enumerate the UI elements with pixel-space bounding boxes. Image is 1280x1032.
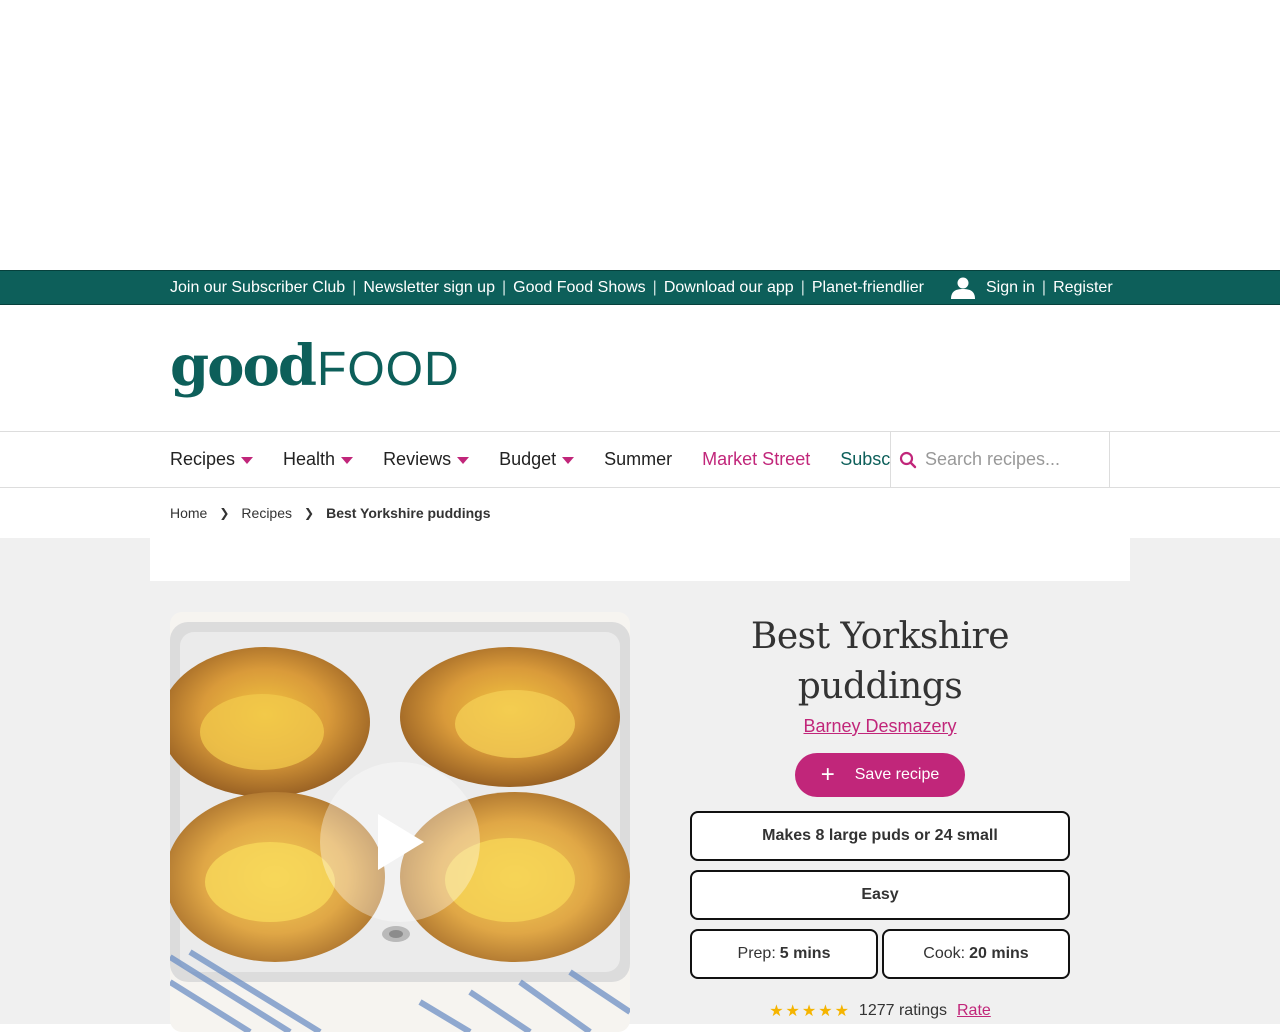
- nav-items: Recipes Health Reviews Budget Summer Mar…: [170, 432, 890, 487]
- download-app-link[interactable]: Download our app: [664, 279, 794, 297]
- logo-food: FOOD: [317, 343, 460, 396]
- save-recipe-label: Save recipe: [854, 766, 940, 783]
- difficulty-info: Easy: [690, 870, 1070, 920]
- divider: |: [1041, 278, 1047, 296]
- header: good FOOD: [0, 305, 1280, 431]
- rate-link[interactable]: Rate: [957, 1002, 991, 1020]
- newsletter-link[interactable]: Newsletter sign up: [363, 279, 495, 297]
- recipe-main: Best Yorkshire puddings Barney Desmazery…: [0, 538, 1280, 1032]
- rating-row: ★★★★★ 1277 ratings Rate: [690, 1001, 1070, 1021]
- nav-label: Subscribe: [840, 449, 890, 469]
- search-icon[interactable]: [899, 451, 917, 469]
- good-food-logo[interactable]: good FOOD: [170, 333, 460, 399]
- chevron-right-icon: ❯: [304, 506, 315, 520]
- nav-item-subscribe[interactable]: Subscribe: [840, 449, 890, 470]
- subscriber-club-link[interactable]: Join our Subscriber Club: [170, 279, 345, 297]
- recipe-info: Best Yorkshire puddings Barney Desmazery…: [690, 612, 1070, 1021]
- plus-icon: +: [820, 761, 835, 788]
- nav-item-reviews[interactable]: Reviews: [383, 449, 470, 470]
- recipe-title: Best Yorkshire puddings: [750, 616, 1010, 707]
- nav-label: Market Street: [702, 449, 811, 469]
- chevron-down-icon: [241, 457, 254, 464]
- account-links: Sign in | Register: [950, 271, 1113, 304]
- breadcrumb-recipes[interactable]: Recipes: [241, 505, 292, 521]
- register-link[interactable]: Register: [1053, 279, 1113, 297]
- divider: |: [501, 278, 507, 296]
- nav-label: Reviews: [383, 449, 452, 469]
- chevron-down-icon: [457, 457, 470, 464]
- user-icon[interactable]: [950, 277, 976, 299]
- logo-good: good: [170, 333, 317, 399]
- prep-time: Prep: 5 mins: [690, 929, 878, 979]
- planet-friendlier-link[interactable]: Planet-friendlier: [812, 279, 924, 297]
- chevron-down-icon: [562, 457, 575, 464]
- play-video-button[interactable]: [320, 762, 480, 922]
- chevron-right-icon: ❯: [219, 506, 230, 520]
- divider: |: [352, 278, 357, 296]
- divider: |: [800, 278, 805, 296]
- good-food-shows-link[interactable]: Good Food Shows: [513, 279, 646, 297]
- prep-value: 5 mins: [779, 945, 831, 962]
- chevron-down-icon: [341, 457, 354, 464]
- nav-label: Health: [283, 449, 336, 469]
- nav-item-market-street[interactable]: Market Street: [702, 449, 810, 470]
- top-bar: Join our Subscriber Club | Newsletter si…: [0, 270, 1280, 305]
- sign-in-link[interactable]: Sign in: [986, 279, 1035, 297]
- nav-label: Recipes: [170, 449, 236, 469]
- cook-label: Cook:: [923, 945, 966, 962]
- ad-banner-space: [150, 538, 1130, 581]
- ad-space: [0, 0, 1280, 270]
- search-box[interactable]: [890, 431, 1110, 488]
- nav-label: Summer: [604, 449, 673, 469]
- prep-label: Prep:: [737, 945, 776, 962]
- recipe-image[interactable]: [170, 612, 630, 1032]
- nav-item-summer[interactable]: Summer: [604, 449, 672, 470]
- save-recipe-button[interactable]: + Save recipe: [795, 753, 965, 797]
- play-icon: [378, 814, 424, 870]
- star-rating: ★★★★★: [769, 1003, 851, 1020]
- nav-item-health[interactable]: Health: [283, 449, 354, 470]
- ratings-count: 1277 ratings: [858, 1002, 947, 1019]
- divider: |: [652, 278, 657, 296]
- serves-info: Makes 8 large puds or 24 small: [690, 811, 1070, 861]
- nav-label: Budget: [499, 449, 557, 469]
- breadcrumb-current: Best Yorkshire puddings: [326, 505, 491, 521]
- breadcrumb: Home ❯ Recipes ❯ Best Yorkshire puddings: [0, 488, 1280, 538]
- nav-item-recipes[interactable]: Recipes: [170, 449, 254, 470]
- main-nav: Recipes Health Reviews Budget Summer Mar…: [0, 431, 1280, 488]
- search-input[interactable]: [925, 449, 1105, 470]
- author-link[interactable]: Barney Desmazery: [803, 716, 956, 737]
- cook-value: 20 mins: [969, 945, 1029, 962]
- time-info: Prep: 5 mins Cook: 20 mins: [690, 929, 1070, 979]
- cook-time: Cook: 20 mins: [882, 929, 1070, 979]
- top-links: Join our Subscriber Club | Newsletter si…: [170, 271, 924, 304]
- breadcrumb-home[interactable]: Home: [170, 505, 207, 521]
- nav-item-budget[interactable]: Budget: [499, 449, 575, 470]
